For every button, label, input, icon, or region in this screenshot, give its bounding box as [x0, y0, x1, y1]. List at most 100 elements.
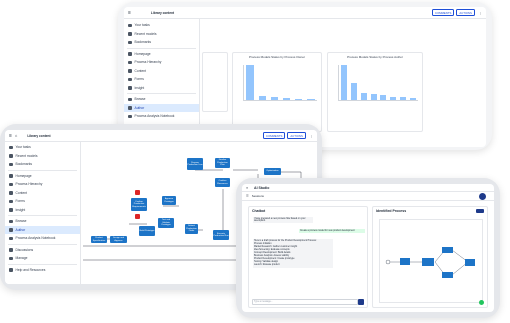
chart-bar[interactable] [340, 65, 347, 100]
sidebar-item-label: Discussions [15, 247, 34, 252]
sidebar-item-label: Process Analysis Notebook [134, 114, 175, 119]
chart-bar[interactable] [258, 96, 266, 100]
sidebar-item[interactable]: Bookmarks [124, 38, 199, 47]
menu-icon[interactable]: ≡ [9, 133, 12, 139]
sidebar-item[interactable]: Recent models [124, 30, 199, 39]
sidebar-item-label: Bookmarks [134, 40, 152, 45]
chat-panel: Chatbot I have prepared a new process fl… [248, 206, 368, 308]
chat-input[interactable]: Type a message... [252, 299, 358, 305]
chart-bar[interactable] [410, 97, 417, 100]
sidebar-item-label: Insight [15, 207, 26, 212]
sessions-label[interactable]: Sessions [252, 194, 264, 198]
sidebar-item-label: Process Hierarchy [134, 60, 162, 65]
flow-node[interactable]: Confirm Production Requirements [131, 198, 147, 211]
sidebar-item-label: Forms [134, 77, 144, 82]
flow-node[interactable]: Optimization [264, 168, 281, 175]
sidebar-item[interactable]: Browse [124, 95, 199, 104]
sidebar-item-label: Browse [15, 219, 27, 224]
comments-button[interactable]: COMMENTS [432, 8, 455, 17]
sidebar-item[interactable]: Forms [124, 75, 199, 84]
comments-button[interactable]: COMMENTS [263, 131, 286, 140]
sidebar-item-icon [9, 208, 13, 212]
chart-bar[interactable] [360, 93, 367, 100]
chart-bar[interactable] [307, 99, 315, 100]
flow-node[interactable]: Build Prototype [139, 226, 155, 236]
sidebar-item[interactable]: Process Hierarchy [124, 58, 199, 67]
sidebar-item[interactable]: Your tasks [5, 143, 80, 152]
sidebar-item-label: Author [15, 227, 26, 232]
new-session-button[interactable] [479, 192, 486, 200]
sidebar-item-label: Content [15, 190, 28, 195]
chart-bar[interactable] [380, 95, 387, 100]
flow-node[interactable]: Confirm Resources [215, 178, 230, 187]
status-dot [479, 300, 484, 305]
sidebar-item[interactable]: Homepage [5, 172, 80, 181]
more-icon[interactable]: ⋮ [310, 134, 313, 138]
home-icon[interactable]: ⌂ [15, 133, 17, 138]
chart-bar[interactable] [400, 97, 407, 100]
sidebar-item[interactable]: Process Hierarchy [5, 180, 80, 189]
flow-node[interactable]: Prepare Production Line [187, 158, 203, 170]
sidebar-item[interactable]: Author [124, 103, 199, 112]
sidebar-item[interactable]: Your tasks [124, 21, 199, 30]
author-chart-plot [338, 65, 418, 101]
sidebar-item-icon [9, 256, 13, 260]
process-title: Identified Process [376, 209, 407, 213]
sidebar-item[interactable]: Bookmarks [5, 160, 80, 169]
flow-node[interactable]: Finalize Production Plan [215, 158, 230, 168]
chart-bar[interactable] [390, 96, 397, 100]
sidebar-item-icon [9, 174, 13, 178]
flow-node[interactable]: Product Specification [91, 236, 107, 243]
sidebar-item[interactable]: Insight [5, 206, 80, 215]
flow-node[interactable]: Design and Approve [110, 236, 127, 243]
actions-button[interactable]: ACTIONS [287, 131, 306, 140]
flow-node[interactable]: Submit Production Order [185, 224, 198, 234]
sidebar-item-icon [9, 182, 13, 186]
sessions-icon[interactable]: ☰ [246, 194, 249, 198]
chart-bar[interactable] [370, 94, 377, 100]
expand-button[interactable] [476, 209, 484, 213]
sidebar-item[interactable]: Browse [5, 217, 80, 226]
page-title: Library content [150, 10, 175, 15]
flow-node[interactable]: Approve Prototype [162, 196, 176, 205]
sidebar-item[interactable]: Manage [5, 254, 80, 263]
flow-node[interactable]: Test and Validate Prototype [158, 218, 174, 228]
process-canvas[interactable] [379, 219, 483, 303]
sidebar-item[interactable]: Recent models [5, 152, 80, 161]
sidebar-item[interactable]: Help and Resources [5, 266, 80, 275]
left-sidebar: Your tasks Recent models Bookmarks Homepage… [5, 142, 81, 284]
mini-flow [385, 247, 475, 278]
chat-bubble-user: Create a process model for new product d… [299, 229, 365, 233]
sidebar-item-icon [128, 60, 132, 64]
send-button[interactable] [358, 299, 364, 305]
chart-bar[interactable] [350, 82, 357, 100]
sidebar-item-icon [128, 69, 132, 73]
ai-toolbar: ☰ Sessions [242, 192, 494, 201]
sidebar-item-icon [128, 77, 132, 81]
sidebar-item[interactable]: Discussions [5, 246, 80, 255]
more-icon[interactable]: ⋮ [479, 11, 482, 15]
chart-bar[interactable] [282, 98, 291, 100]
ai-header: ≡ AI Studio [242, 184, 494, 192]
flow-node[interactable]: Execute Production Run [213, 230, 229, 240]
sidebar-item-label: Process Analysis Notebook [15, 236, 56, 241]
menu-icon[interactable]: ≡ [246, 186, 248, 190]
sidebar-item[interactable]: Homepage [124, 50, 199, 59]
sidebar-item[interactable]: Content [5, 189, 80, 198]
chart-bar[interactable] [270, 96, 279, 100]
chart-bar[interactable] [246, 65, 254, 100]
sidebar-item[interactable]: Content [124, 67, 199, 76]
sidebar-item-label: Bookmarks [15, 162, 33, 167]
chat-response: Here is a draft process for the Product … [253, 239, 333, 268]
sidebar-item-label: Homepage [134, 51, 151, 56]
sidebar-item-icon [9, 191, 13, 195]
sidebar-item[interactable]: Process Analysis Notebook [5, 234, 80, 243]
sidebar-item[interactable]: Insight [124, 84, 199, 93]
sidebar-item[interactable]: Process Analysis Notebook [124, 112, 199, 121]
right-screen: ≡ AI Studio ☰ Sessions Chatbot I have pr… [242, 184, 494, 312]
menu-icon[interactable]: ≡ [128, 10, 131, 16]
actions-button[interactable]: ACTIONS [456, 8, 475, 17]
chart-bar[interactable] [295, 98, 303, 100]
sidebar-item[interactable]: Forms [5, 197, 80, 206]
sidebar-item[interactable]: Author [5, 225, 80, 234]
